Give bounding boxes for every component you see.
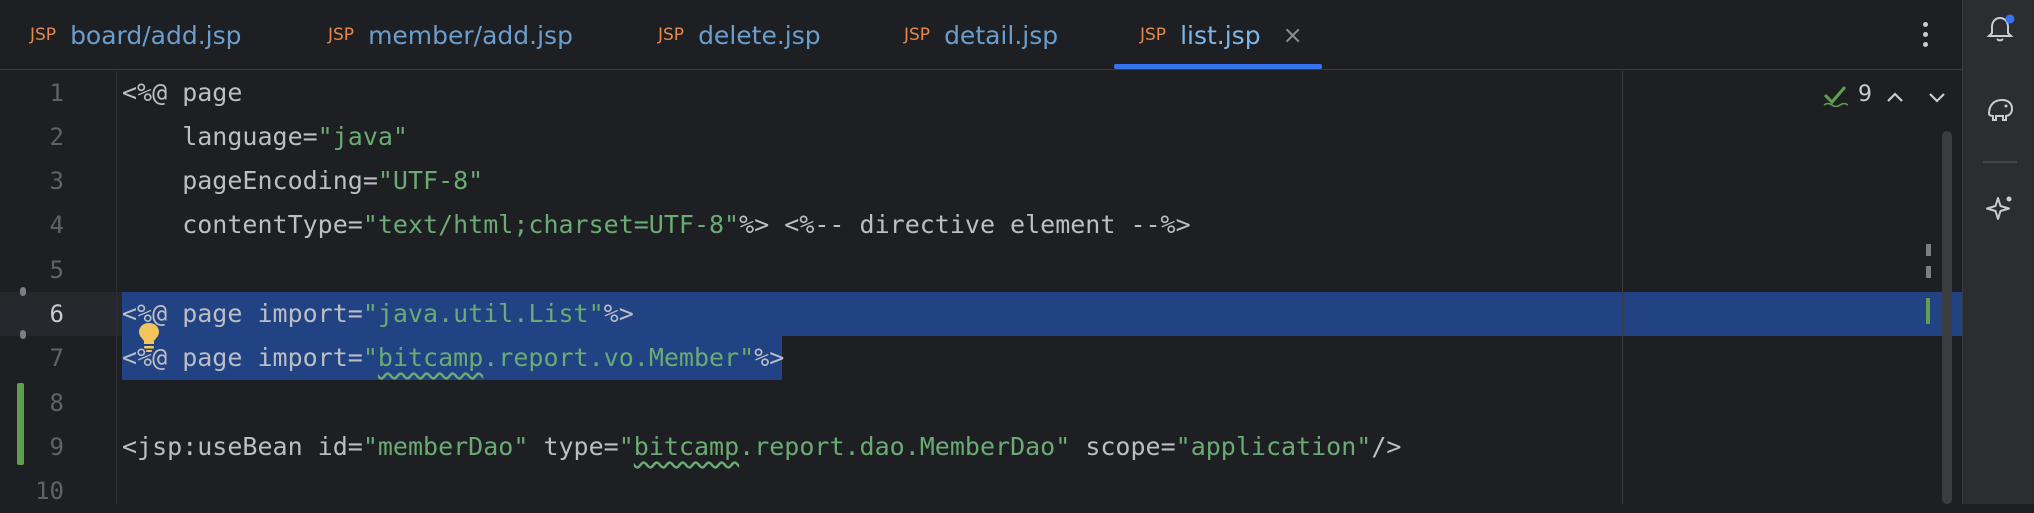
- separator: [1983, 161, 2017, 163]
- code-editor[interactable]: 1 2 3 4 5 6 7 8 9 10 <%@ page language="…: [0, 71, 1962, 505]
- vertical-ellipsis-icon[interactable]: [1912, 14, 1938, 54]
- code-line: <%@ page import="java.util.List"%>: [122, 292, 634, 336]
- error-stripe-mark[interactable]: [1926, 298, 1930, 324]
- code-string: "text/html;charset=UTF-8": [362, 210, 740, 239]
- line-number: 9: [49, 433, 64, 461]
- vertical-scrollbar[interactable]: [1942, 131, 1952, 504]
- sparkle-icon[interactable]: [1985, 194, 2015, 224]
- tab-label: delete.jsp: [698, 20, 821, 50]
- code-string: "java.util.List": [362, 299, 604, 328]
- editor-window: JSP board/add.jsp JSP member/add.jsp JSP…: [0, 0, 1962, 505]
- code-string-warning: bitcamp: [633, 432, 740, 461]
- code-text: />: [1371, 432, 1402, 461]
- close-icon[interactable]: ×: [1283, 21, 1303, 49]
- tab-label: board/add.jsp: [70, 20, 242, 50]
- chevron-up-icon[interactable]: [1884, 86, 1906, 108]
- line-number: 1: [49, 79, 64, 107]
- line-number-gutter: 1 2 3 4 5 6 7 8 9 10: [0, 71, 117, 505]
- error-stripe-mark[interactable]: [1926, 266, 1931, 278]
- bell-icon[interactable]: [1985, 14, 2015, 44]
- tab-member-add[interactable]: JSP member/add.jsp: [328, 0, 573, 70]
- tab-bar: JSP board/add.jsp JSP member/add.jsp JSP…: [0, 0, 1962, 70]
- jsp-file-icon: JSP: [1140, 25, 1167, 45]
- code-text: type=: [528, 432, 619, 461]
- jsp-file-icon: JSP: [328, 25, 355, 45]
- code-line: language="java": [122, 115, 408, 159]
- code-text: <%@ page: [122, 78, 243, 107]
- active-tab-indicator: [1114, 64, 1322, 69]
- code-string: "application": [1175, 432, 1372, 461]
- code-string: "UTF-8": [377, 166, 484, 195]
- code-line: contentType="text/html;charset=UTF-8"%> …: [122, 203, 1191, 247]
- code-text: <%@ page import=: [122, 343, 363, 372]
- tab-label: list.jsp: [1180, 20, 1261, 50]
- jsp-file-icon: JSP: [30, 25, 57, 45]
- line-number: 6: [49, 300, 64, 328]
- vcs-added-marker[interactable]: [17, 383, 24, 465]
- code-text: pageEncoding=: [122, 166, 378, 195]
- code-line: <jsp:useBean id="memberDao" type="bitcam…: [122, 425, 1401, 469]
- code-line: <%@ page import="bitcamp.report.vo.Membe…: [122, 336, 784, 380]
- code-string: .report.dao.MemberDao": [739, 432, 1071, 461]
- code-text: scope=: [1070, 432, 1176, 461]
- code-text: %> <%-- directive element --%>: [739, 210, 1191, 239]
- tab-label: detail.jsp: [944, 20, 1059, 50]
- line-number: 5: [49, 256, 64, 284]
- code-text: %>: [754, 343, 785, 372]
- tab-list[interactable]: JSP list.jsp ×: [1140, 0, 1303, 70]
- code-text: <%@ page import=: [122, 299, 363, 328]
- tab-label: member/add.jsp: [368, 20, 573, 50]
- elephant-icon[interactable]: [1985, 94, 2015, 124]
- code-text: contentType=: [122, 210, 363, 239]
- code-string-warning: bitcamp: [377, 343, 484, 372]
- line-number: 10: [35, 477, 64, 505]
- error-stripe-mark[interactable]: [1926, 244, 1931, 256]
- code-string: ": [618, 432, 634, 461]
- code-text: <jsp:useBean id=: [122, 432, 363, 461]
- code-string: "java": [317, 122, 408, 151]
- code-string: "memberDao": [362, 432, 529, 461]
- fold-marker[interactable]: [20, 287, 26, 296]
- code-line: pageEncoding="UTF-8": [122, 159, 483, 203]
- code-text: %>: [603, 299, 634, 328]
- code-string: ": [362, 343, 378, 372]
- line-number: 8: [49, 389, 64, 417]
- tab-detail[interactable]: JSP detail.jsp: [904, 0, 1058, 70]
- tab-delete[interactable]: JSP delete.jsp: [658, 0, 821, 70]
- inspection-widget[interactable]: 9: [1822, 82, 1872, 107]
- line-number: 7: [49, 344, 64, 372]
- code-string: .report.vo.Member": [483, 343, 755, 372]
- code-text: language=: [122, 122, 318, 151]
- right-tool-window-bar: [1962, 0, 2034, 504]
- line-number: 4: [49, 211, 64, 239]
- tab-board-add[interactable]: JSP board/add.jsp: [30, 0, 242, 70]
- checkmark-icon: [1823, 85, 1848, 107]
- line-number: 2: [49, 123, 64, 151]
- right-margin-guide: [1622, 71, 1623, 504]
- jsp-file-icon: JSP: [904, 25, 931, 45]
- jsp-file-icon: JSP: [658, 25, 685, 45]
- fold-marker[interactable]: [20, 330, 26, 339]
- inspection-count: 9: [1858, 82, 1872, 107]
- chevron-down-icon[interactable]: [1926, 86, 1948, 108]
- code-line: <%@ page: [122, 71, 242, 115]
- line-number: 3: [49, 167, 64, 195]
